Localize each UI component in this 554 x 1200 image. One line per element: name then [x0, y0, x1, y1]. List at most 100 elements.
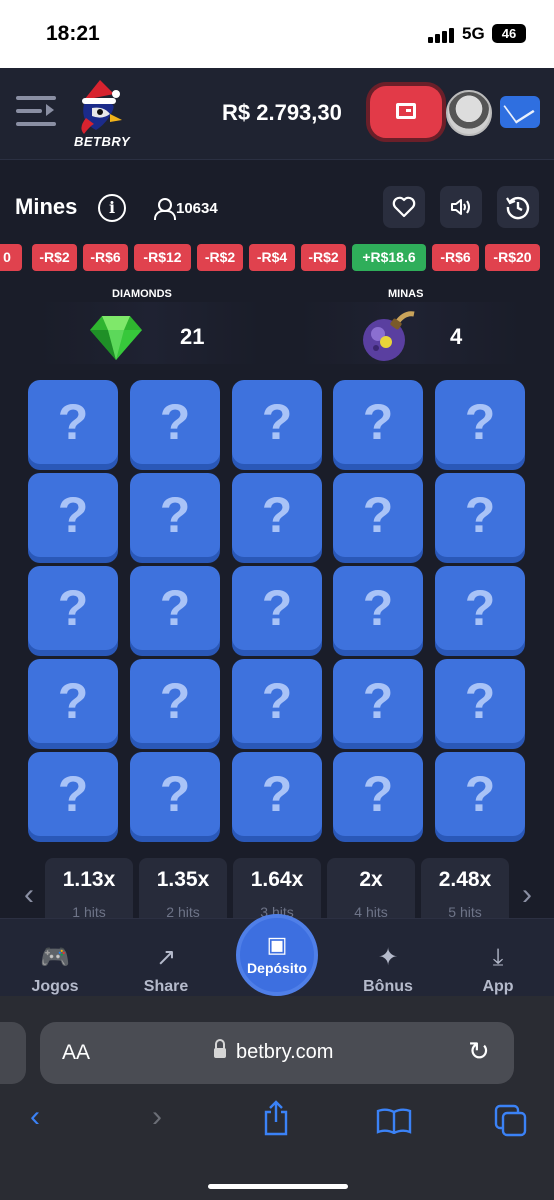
- mine-tile[interactable]: ?: [232, 659, 322, 743]
- mine-tile[interactable]: ?: [333, 380, 423, 464]
- mine-tile[interactable]: ?: [28, 473, 118, 557]
- status-bar: 18:21 5G 46: [0, 0, 554, 68]
- favorite-button[interactable]: [383, 186, 425, 228]
- multiplier-value: 2.48x: [438, 868, 492, 891]
- tabs-icon[interactable]: [494, 1104, 528, 1138]
- nav-games[interactable]: 🎮 Jogos: [15, 944, 95, 996]
- mine-tile[interactable]: ?: [130, 566, 220, 650]
- multiplier-card: 1.35x 2 hits: [139, 858, 227, 920]
- wallet-icon: [396, 103, 416, 119]
- multiplier-card: 1.13x 1 hits: [45, 858, 133, 920]
- network-type: 5G: [462, 24, 485, 43]
- app-header: BETBRY R$ 2.793,30: [0, 68, 554, 160]
- history-button[interactable]: [497, 186, 539, 228]
- mine-tile[interactable]: ?: [232, 752, 322, 836]
- deposit-button[interactable]: ▣ Depósito: [236, 914, 318, 996]
- result-chip: 0: [0, 244, 22, 271]
- result-chip: -R$4: [249, 244, 295, 271]
- mine-tile[interactable]: ?: [435, 380, 525, 464]
- chevron-right-icon[interactable]: ›: [522, 878, 532, 912]
- mine-tile[interactable]: ?: [232, 380, 322, 464]
- home-indicator: [208, 1184, 348, 1189]
- mine-tile[interactable]: ?: [130, 380, 220, 464]
- multiplier-card: 1.64x 3 hits: [233, 858, 321, 920]
- brand-logo[interactable]: BETBRY: [70, 74, 140, 156]
- mine-tile[interactable]: ?: [28, 566, 118, 650]
- mine-tile[interactable]: ?: [435, 659, 525, 743]
- wallet-button[interactable]: [370, 86, 442, 138]
- mine-tile[interactable]: ?: [435, 473, 525, 557]
- battery-icon: 46: [492, 24, 526, 43]
- mine-tile[interactable]: ?: [333, 752, 423, 836]
- wallet-icon: ▣: [266, 932, 288, 957]
- mine-tile[interactable]: ?: [232, 566, 322, 650]
- mine-tile[interactable]: ?: [28, 659, 118, 743]
- wallet-balance: R$ 2.793,30: [222, 100, 342, 125]
- gamepad-icon: 🎮: [40, 944, 70, 971]
- mine-tile[interactable]: ?: [232, 473, 322, 557]
- result-chip: +R$18.6: [352, 244, 426, 271]
- avatar[interactable]: [446, 90, 492, 136]
- history-icon: [506, 196, 530, 220]
- multiplier-value: 1.64x: [250, 868, 304, 891]
- multiplier-value: 1.13x: [62, 868, 116, 891]
- mines-count: 4: [450, 324, 463, 349]
- nav-app-label: App: [482, 978, 514, 995]
- multiplier-value: 2x: [359, 868, 383, 891]
- diamond-icon: [90, 316, 142, 360]
- multiplier-card: 2x 4 hits: [327, 858, 415, 920]
- result-chip: -R$12: [134, 244, 191, 271]
- mine-tile[interactable]: ?: [333, 473, 423, 557]
- mine-tile[interactable]: ?: [435, 566, 525, 650]
- online-players-count: 10634: [176, 200, 218, 217]
- mine-tile[interactable]: ?: [28, 752, 118, 836]
- mine-tile[interactable]: ?: [435, 752, 525, 836]
- back-icon[interactable]: ‹: [30, 1100, 40, 1134]
- cellular-signal-icon: [428, 27, 456, 43]
- result-chip: -R$2: [301, 244, 346, 271]
- lock-icon: [214, 1039, 226, 1060]
- mine-tile[interactable]: ?: [333, 659, 423, 743]
- recent-results-strip: 0 -R$2 -R$6 -R$12 -R$2 -R$4 -R$2 +R$18.6…: [0, 244, 554, 272]
- game-title: Mines: [15, 194, 78, 219]
- multiplier-card: 2.48x 5 hits: [421, 858, 509, 920]
- diamonds-panel: [40, 302, 260, 364]
- bookmarks-icon[interactable]: [376, 1108, 412, 1134]
- result-chip: -R$2: [32, 244, 77, 271]
- mine-tile[interactable]: ?: [130, 473, 220, 557]
- chevron-left-icon[interactable]: ‹: [24, 878, 34, 912]
- result-chip: -R$6: [432, 244, 479, 271]
- sound-button[interactable]: [440, 186, 482, 228]
- info-icon[interactable]: i: [98, 194, 126, 222]
- nav-share[interactable]: ↗ Share: [126, 944, 206, 996]
- forward-icon[interactable]: ›: [152, 1100, 162, 1134]
- share-icon[interactable]: [262, 1100, 290, 1136]
- nav-share-label: Share: [143, 978, 189, 995]
- mine-tile[interactable]: ?: [130, 752, 220, 836]
- mine-tile[interactable]: ?: [333, 566, 423, 650]
- brand-logo-text: BETBRY: [74, 134, 131, 149]
- mine-tile[interactable]: ?: [28, 380, 118, 464]
- menu-icon[interactable]: [16, 94, 56, 128]
- mail-icon[interactable]: [500, 96, 540, 128]
- mine-tile[interactable]: ?: [130, 659, 220, 743]
- mines-label: MINAS: [388, 288, 424, 300]
- nav-bonus-label: Bônus: [363, 978, 413, 995]
- diamonds-count: 21: [180, 324, 205, 349]
- heart-icon: [392, 196, 416, 218]
- url-text[interactable]: betbry.com: [236, 1041, 333, 1064]
- text-size-button[interactable]: AA: [62, 1041, 90, 1065]
- result-chip: -R$2: [197, 244, 243, 271]
- nav-app[interactable]: ⤓ App: [458, 944, 538, 996]
- deposit-label: Depósito: [247, 960, 307, 976]
- reload-icon[interactable]: ↻: [468, 1036, 490, 1067]
- download-icon: ⤓: [492, 944, 504, 971]
- user-icon: [154, 198, 176, 220]
- nav-bonus[interactable]: ✦ Bônus: [348, 944, 428, 996]
- previous-tab-edge[interactable]: [0, 1022, 26, 1084]
- share-icon: ↗: [155, 944, 177, 971]
- result-chip: -R$6: [83, 244, 128, 271]
- money-bag-icon: ✦: [377, 944, 399, 971]
- nav-games-label: Jogos: [31, 978, 79, 995]
- result-chip: -R$20: [485, 244, 540, 271]
